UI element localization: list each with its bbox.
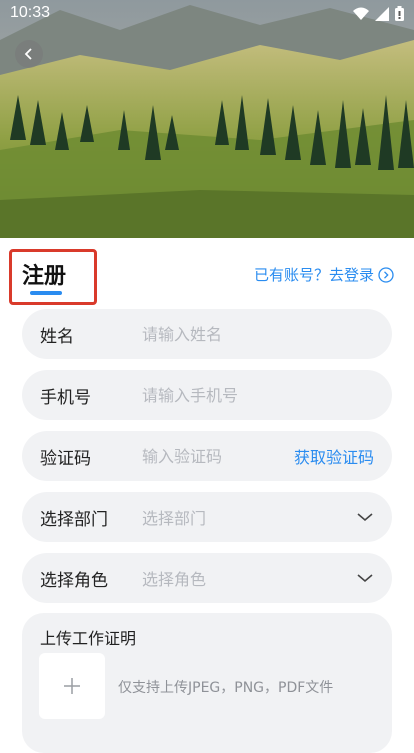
wifi-icon — [353, 7, 369, 20]
name-row: 姓名 — [22, 309, 392, 359]
code-input[interactable] — [142, 446, 272, 466]
phone-label: 手机号 — [40, 387, 91, 408]
name-label: 姓名 — [40, 326, 74, 347]
upload-button[interactable] — [39, 653, 105, 719]
chevron-down-icon — [357, 513, 373, 522]
login-link-label: 已有账号？去登录 — [253, 266, 374, 284]
battery-icon — [395, 6, 404, 21]
upload-card: 上传工作证明 仅支持上传JPEG，PNG，PDF文件 — [22, 613, 392, 753]
status-icons — [353, 6, 404, 21]
chevron-right-circle-icon — [378, 266, 394, 283]
status-bar: 10:33 — [0, 0, 414, 30]
upload-title: 上传工作证明 — [40, 629, 137, 648]
back-button[interactable] — [15, 40, 43, 68]
role-label: 选择角色 — [40, 570, 108, 591]
role-placeholder: 选择角色 — [142, 570, 207, 589]
department-select[interactable]: 选择部门 选择部门 — [22, 492, 392, 542]
back-arrow-icon — [24, 48, 32, 60]
phone-input[interactable] — [142, 385, 302, 405]
page-title: 注册 — [22, 264, 67, 289]
status-time: 10:33 — [10, 4, 51, 21]
plus-icon — [64, 678, 80, 694]
code-row: 验证码 获取验证码 — [22, 431, 392, 481]
hero-landscape-image — [0, 0, 414, 240]
chevron-down-icon — [357, 574, 373, 583]
landscape-illustration — [0, 0, 414, 240]
phone-row: 手机号 — [22, 370, 392, 420]
role-select[interactable]: 选择角色 选择角色 — [22, 553, 392, 603]
login-link[interactable]: 已有账号？去登录 — [254, 264, 394, 285]
get-code-button[interactable]: 获取验证码 — [294, 444, 374, 468]
signal-icon — [375, 6, 389, 21]
department-placeholder: 选择部门 — [142, 509, 207, 528]
title-underline — [30, 291, 62, 295]
department-label: 选择部门 — [40, 509, 108, 530]
upload-hint: 仅支持上传JPEG，PNG，PDF文件 — [118, 680, 334, 696]
name-input[interactable] — [142, 324, 302, 344]
code-label: 验证码 — [40, 448, 91, 469]
